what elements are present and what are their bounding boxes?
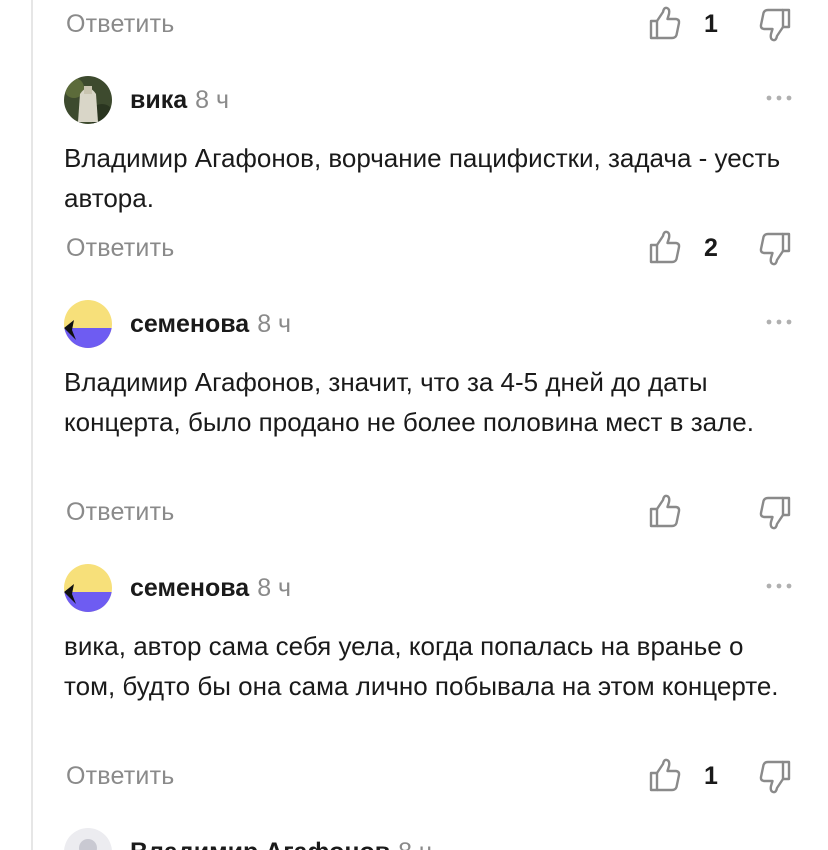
comment-text: вика, автор сама себя уела, когда попала… [64, 631, 779, 701]
dislike-icon[interactable] [758, 6, 792, 44]
comment-actions: Ответить 1 [66, 752, 798, 802]
comment-time: 8 ч [195, 86, 230, 114]
comment: Владимир Агафонов 8 ч [64, 828, 798, 850]
comment: семенова 8 ч вика, автор сама себя уела, … [64, 564, 798, 706]
author-name: Владимир Агафонов [130, 838, 390, 850]
comment-time: 8 ч [398, 838, 432, 850]
like-count: 1 [704, 10, 718, 38]
more-options-icon[interactable] [764, 576, 794, 596]
avatar[interactable] [64, 828, 112, 850]
avatar[interactable] [64, 300, 112, 348]
like-icon[interactable] [648, 4, 682, 42]
comment-text: Владимир Агафонов, значит, что за 4-5 дн… [64, 367, 754, 437]
comment-text: Владимир Агафонов, ворчание пацифистки, … [64, 143, 781, 213]
comment-time: 8 ч [257, 574, 292, 602]
comment-time: 8 ч [257, 310, 292, 338]
like-count: 1 [704, 762, 718, 790]
comment: вика 8 ч Владимир Агафонов, ворчание паци… [64, 76, 798, 218]
reply-button[interactable]: Ответить [66, 234, 174, 263]
comment-author[interactable]: семенова 8 ч [130, 574, 291, 603]
dislike-icon[interactable] [758, 758, 792, 796]
dislike-icon[interactable] [758, 494, 792, 532]
comment-thread: Ответить 1 вика 8 ч Владимир Агафонов, в… [0, 0, 828, 850]
comment-actions: Ответить 2 [66, 224, 798, 274]
comment-header: вика 8 ч [64, 76, 798, 126]
comment-actions: Ответить [66, 488, 798, 538]
thread-indent-line [31, 0, 33, 850]
author-name: семенова [130, 310, 250, 338]
more-options-icon[interactable] [764, 88, 794, 108]
author-name: вика [130, 86, 188, 114]
comment-header: семенова 8 ч [64, 300, 798, 350]
comment-header: семенова 8 ч [64, 564, 798, 614]
like-count: 2 [704, 234, 718, 262]
dislike-icon[interactable] [758, 230, 792, 268]
avatar[interactable] [64, 564, 112, 612]
like-icon[interactable] [648, 756, 682, 794]
reply-button[interactable]: Ответить [66, 10, 174, 39]
avatar[interactable] [64, 76, 112, 124]
author-name: семенова [130, 574, 250, 602]
comment-author[interactable]: семенова 8 ч [130, 310, 291, 339]
comment-author[interactable]: Владимир Агафонов 8 ч [130, 838, 432, 850]
reply-button[interactable]: Ответить [66, 498, 174, 527]
comment-actions: Ответить 1 [66, 0, 798, 50]
more-options-icon[interactable] [764, 312, 794, 332]
comment-header: Владимир Агафонов 8 ч [64, 828, 798, 850]
comment: семенова 8 ч Владимир Агафонов, значит, ч… [64, 300, 798, 442]
comment-author[interactable]: вика 8 ч [130, 86, 229, 115]
reply-button[interactable]: Ответить [66, 762, 174, 791]
like-icon[interactable] [648, 492, 682, 530]
like-icon[interactable] [648, 228, 682, 266]
